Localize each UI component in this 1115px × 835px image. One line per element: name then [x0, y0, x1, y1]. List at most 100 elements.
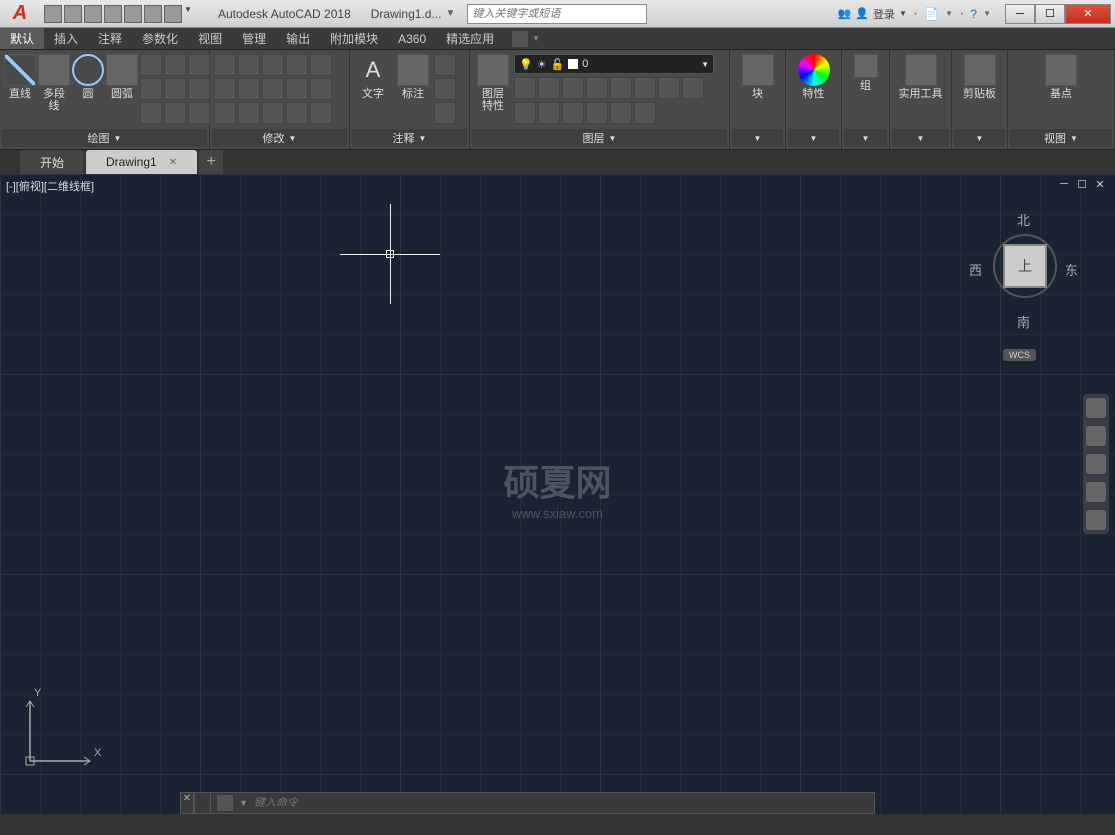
- qat-save-icon[interactable]: [84, 5, 102, 23]
- layer-tool-icon[interactable]: [586, 77, 608, 99]
- drawing-canvas[interactable]: [-][俯视][二维线框] ─ ☐ ✕ 硕夏网 www.sxiaw.com 上 …: [0, 174, 1115, 814]
- maximize-button[interactable]: ☐: [1035, 4, 1065, 24]
- tab-addins[interactable]: 附加模块: [320, 28, 388, 49]
- tab-drawing1[interactable]: Drawing1✕: [86, 150, 197, 174]
- tab-default[interactable]: 默认: [0, 28, 44, 49]
- help-icon[interactable]: ?: [970, 7, 977, 21]
- add-tab-button[interactable]: +: [199, 150, 223, 174]
- draw-tool-icon[interactable]: [164, 78, 186, 100]
- draw-tool-icon[interactable]: [140, 54, 162, 76]
- tab-parametric[interactable]: 参数化: [132, 28, 188, 49]
- qat-redo-icon[interactable]: [164, 5, 182, 23]
- qat-undo-icon[interactable]: [144, 5, 162, 23]
- utilities-button[interactable]: 实用工具: [896, 54, 946, 100]
- arc-button[interactable]: 圆弧: [106, 54, 138, 100]
- showmotion-icon[interactable]: [1086, 510, 1106, 530]
- tab-featured[interactable]: 精选应用: [436, 28, 504, 49]
- tab-annotate[interactable]: 注释: [88, 28, 132, 49]
- layer-tool-icon[interactable]: [586, 102, 608, 124]
- move-icon[interactable]: [214, 54, 236, 76]
- draw-tool-icon[interactable]: [164, 102, 186, 124]
- tab-a360[interactable]: A360: [388, 28, 436, 49]
- draw-tool-icon[interactable]: [188, 78, 210, 100]
- modify-tool-icon[interactable]: [310, 102, 332, 124]
- menu-extra-icon[interactable]: [512, 31, 528, 47]
- viewport-close-icon[interactable]: ✕: [1093, 178, 1107, 192]
- tab-insert[interactable]: 插入: [44, 28, 88, 49]
- scale-icon[interactable]: [238, 102, 260, 124]
- modify-tool-icon[interactable]: [310, 78, 332, 100]
- exchange-icon[interactable]: 📄: [924, 7, 939, 21]
- view-cube[interactable]: 上 北 南 西 东 WCS: [965, 204, 1085, 364]
- close-button[interactable]: ✕: [1065, 4, 1111, 24]
- line-button[interactable]: 直线: [4, 54, 36, 100]
- modify-tool-icon[interactable]: [286, 54, 308, 76]
- layer-tool-icon[interactable]: [610, 77, 632, 99]
- basepoint-button[interactable]: 基点: [1042, 54, 1080, 100]
- viewport-maximize-icon[interactable]: ☐: [1075, 178, 1089, 192]
- tab-output[interactable]: 输出: [276, 28, 320, 49]
- properties-button[interactable]: 特性: [795, 54, 833, 100]
- layer-properties-button[interactable]: 图层 特性: [474, 54, 512, 112]
- group-button[interactable]: 组: [849, 54, 883, 92]
- rotate-icon[interactable]: [238, 54, 260, 76]
- annotate-tool-icon[interactable]: [434, 78, 456, 100]
- layer-tool-icon[interactable]: [514, 77, 536, 99]
- layer-tool-icon[interactable]: [682, 77, 704, 99]
- title-dropdown-icon[interactable]: ▼: [445, 8, 455, 19]
- draw-tool-icon[interactable]: [188, 54, 210, 76]
- clipboard-button[interactable]: 剪贴板: [961, 54, 999, 100]
- annotate-tool-icon[interactable]: [434, 102, 456, 124]
- tab-start[interactable]: 开始: [20, 150, 84, 174]
- circle-button[interactable]: 圆: [72, 54, 104, 100]
- nav-wheel-icon[interactable]: [1086, 398, 1106, 418]
- minimize-button[interactable]: ─: [1005, 4, 1035, 24]
- modify-tool-icon[interactable]: [310, 54, 332, 76]
- fillet-icon[interactable]: [262, 78, 284, 100]
- layer-tool-icon[interactable]: [562, 102, 584, 124]
- viewport-label[interactable]: [-][俯视][二维线框]: [6, 178, 94, 194]
- ucs-icon[interactable]: Y X: [20, 691, 100, 774]
- cmdline-close-icon[interactable]: ✕: [180, 792, 194, 814]
- qat-plot-icon[interactable]: [124, 5, 142, 23]
- draw-tool-icon[interactable]: [140, 102, 162, 124]
- tab-manage[interactable]: 管理: [232, 28, 276, 49]
- draw-tool-icon[interactable]: [188, 102, 210, 124]
- orbit-icon[interactable]: [1086, 482, 1106, 502]
- modify-tool-icon[interactable]: [286, 78, 308, 100]
- close-icon[interactable]: ✕: [169, 157, 177, 168]
- qat-new-icon[interactable]: [44, 5, 62, 23]
- copy-icon[interactable]: [214, 78, 236, 100]
- dimension-button[interactable]: 标注: [394, 54, 432, 100]
- modify-tool-icon[interactable]: [286, 102, 308, 124]
- text-button[interactable]: A文字: [354, 54, 392, 100]
- qat-saveas-icon[interactable]: [104, 5, 122, 23]
- command-input[interactable]: [254, 797, 868, 809]
- layer-dropdown[interactable]: 💡 ☀ 🔓 0 ▼: [514, 54, 714, 74]
- viewcube-top[interactable]: 上: [1003, 244, 1047, 288]
- polyline-button[interactable]: 多段线: [38, 54, 70, 112]
- qat-dropdown-icon[interactable]: ▼: [184, 5, 194, 23]
- block-button[interactable]: 块: [739, 54, 777, 100]
- login-button[interactable]: 👥 👤 登录 ▼: [838, 6, 907, 22]
- tab-view[interactable]: 视图: [188, 28, 232, 49]
- trim-icon[interactable]: [262, 54, 284, 76]
- layer-tool-icon[interactable]: [634, 102, 656, 124]
- command-line[interactable]: ▼: [210, 792, 875, 814]
- layer-tool-icon[interactable]: [562, 77, 584, 99]
- qat-open-icon[interactable]: [64, 5, 82, 23]
- wcs-badge[interactable]: WCS: [1003, 349, 1036, 361]
- mirror-icon[interactable]: [238, 78, 260, 100]
- viewport-minimize-icon[interactable]: ─: [1057, 178, 1071, 192]
- pan-icon[interactable]: [1086, 426, 1106, 446]
- stretch-icon[interactable]: [214, 102, 236, 124]
- layer-tool-icon[interactable]: [538, 77, 560, 99]
- draw-tool-icon[interactable]: [164, 54, 186, 76]
- zoom-icon[interactable]: [1086, 454, 1106, 474]
- annotate-tool-icon[interactable]: [434, 54, 456, 76]
- layer-tool-icon[interactable]: [610, 102, 632, 124]
- draw-tool-icon[interactable]: [140, 78, 162, 100]
- array-icon[interactable]: [262, 102, 284, 124]
- layer-tool-icon[interactable]: [634, 77, 656, 99]
- layer-tool-icon[interactable]: [538, 102, 560, 124]
